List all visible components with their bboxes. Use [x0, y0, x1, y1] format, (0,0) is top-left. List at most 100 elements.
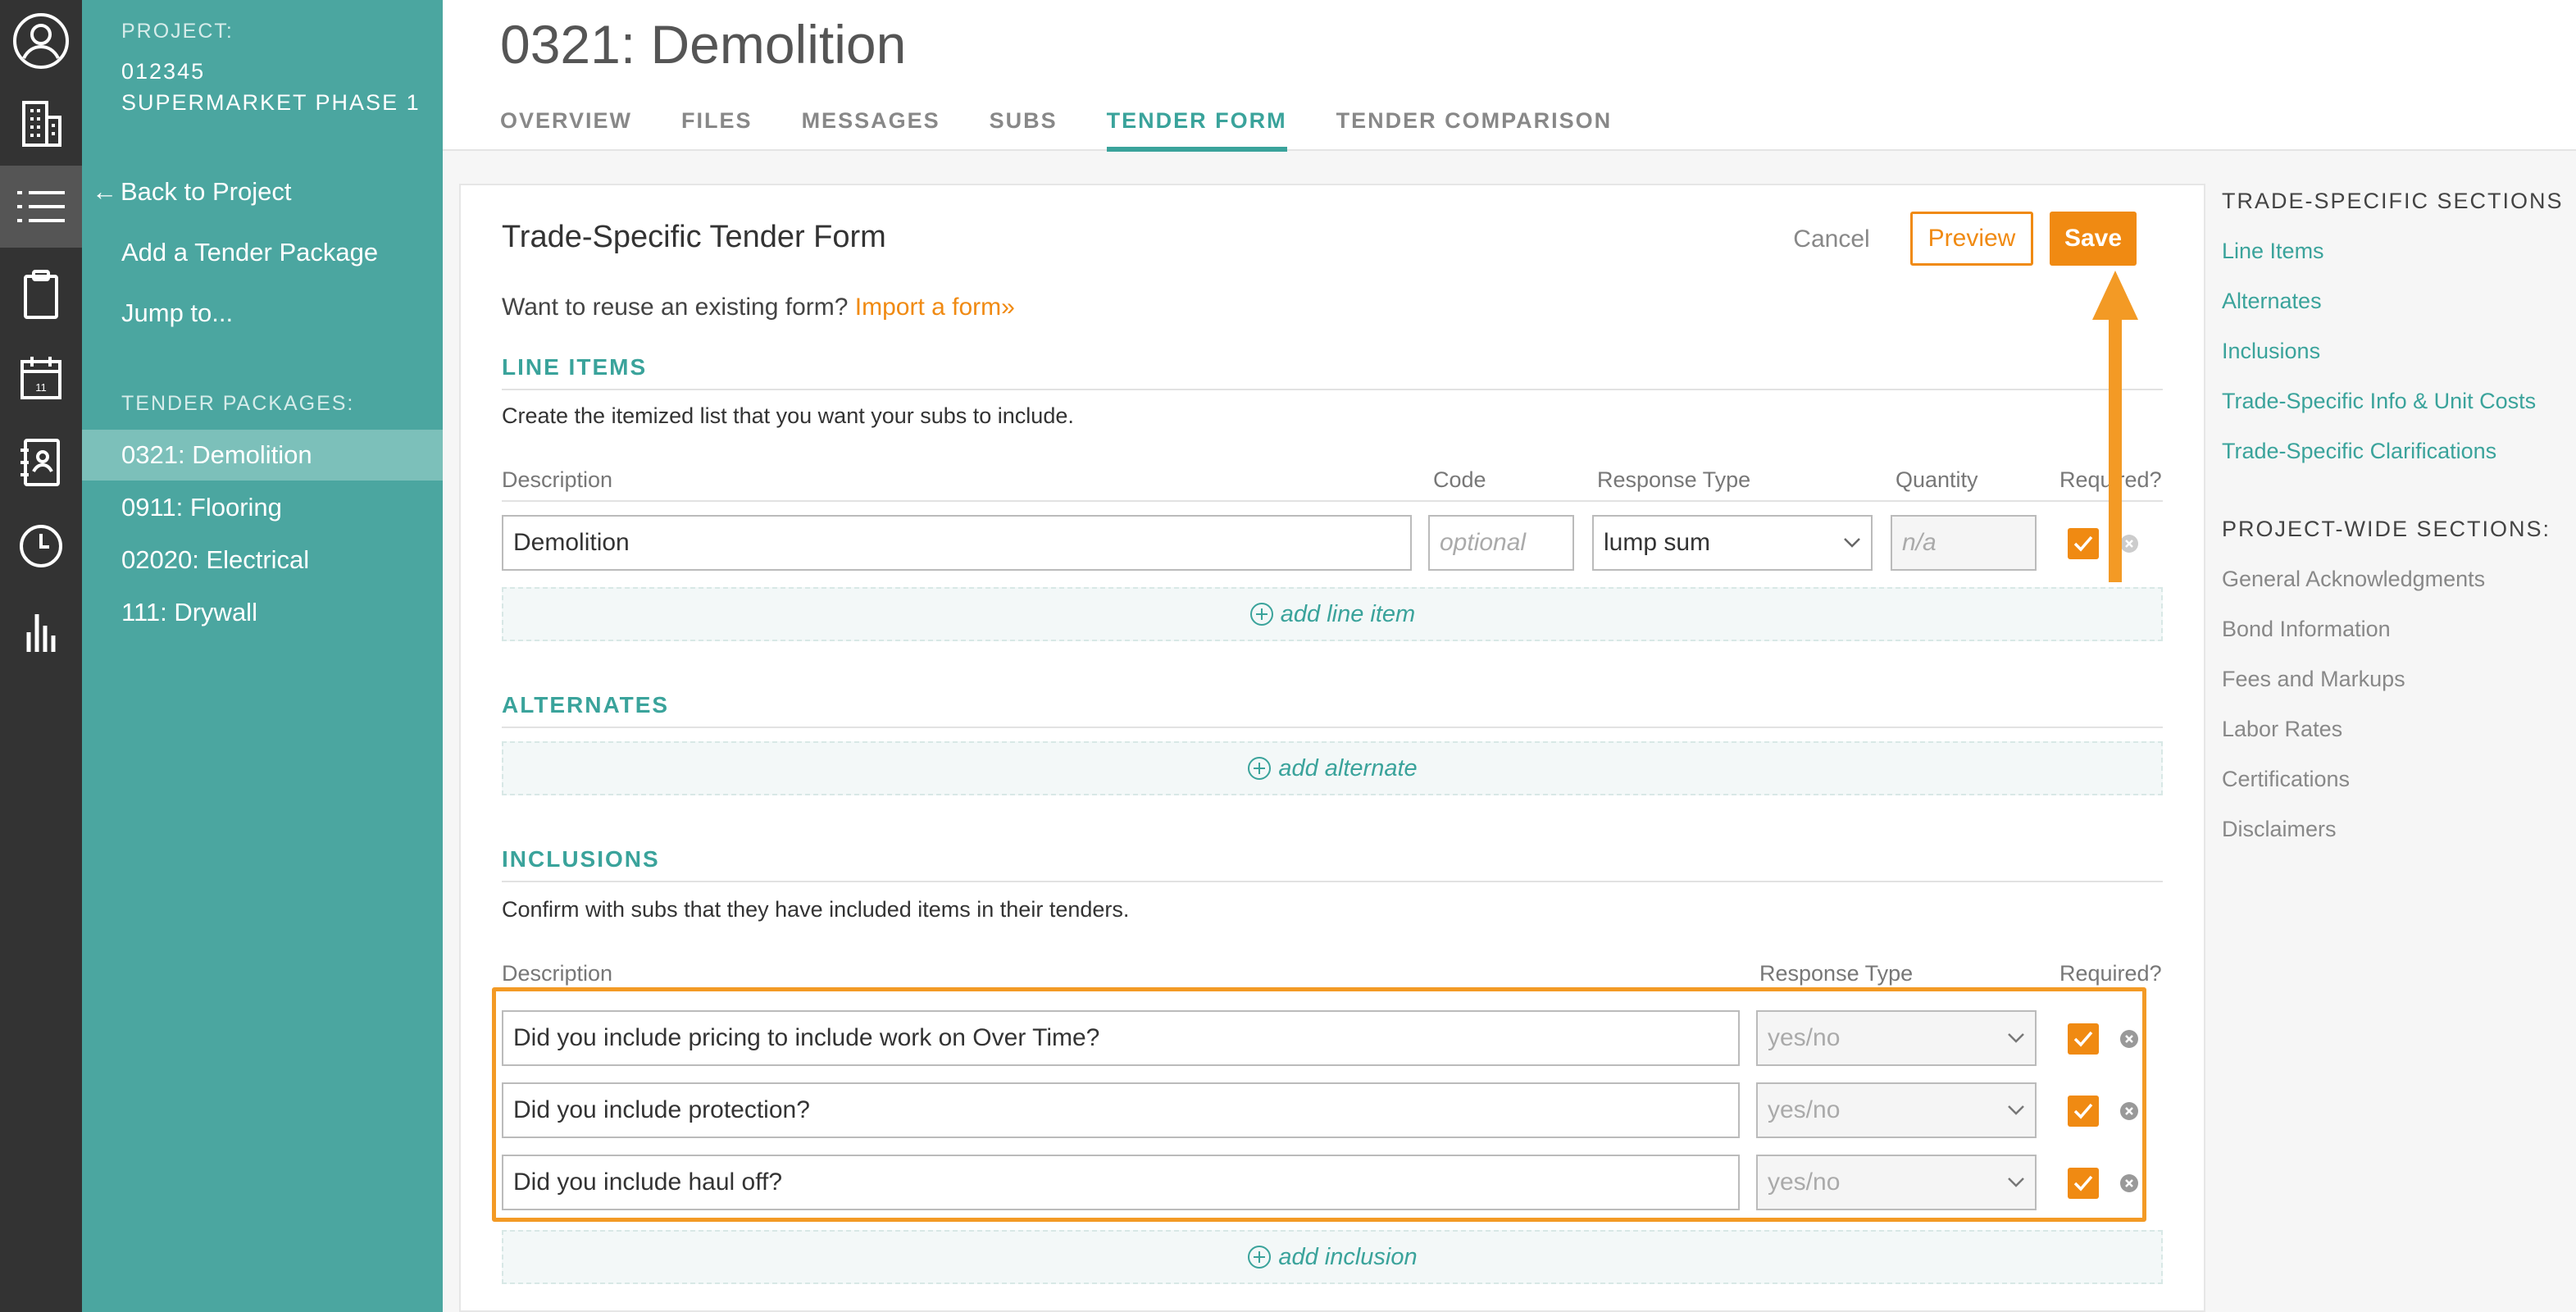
reuse-form-text: Want to reuse an existing form?: [502, 294, 849, 321]
inclusion-row: Did you include pricing to include work …: [502, 1010, 2163, 1068]
inclusion-response-type-select[interactable]: yes/no: [1756, 1155, 2037, 1210]
rail-contacts[interactable]: [0, 421, 82, 503]
toc-link-clarifications[interactable]: Trade-Specific Clarifications: [2222, 439, 2566, 464]
inclusion-description-input[interactable]: Did you include protection?: [502, 1082, 1740, 1138]
toc-link-info-unit-costs[interactable]: Trade-Specific Info & Unit Costs: [2222, 389, 2566, 414]
line-item-description-input[interactable]: Demolition: [502, 515, 1412, 571]
checkmark-icon: [2073, 535, 2093, 552]
section-navigation: TRADE-SPECIFIC SECTIONS Line Items Alter…: [2222, 189, 2566, 842]
chevron-down-icon: [2008, 1033, 2024, 1043]
remove-row-button[interactable]: [2120, 1030, 2138, 1048]
close-icon: [2125, 1035, 2133, 1043]
rail-projects[interactable]: [0, 82, 82, 164]
add-line-item-label: add line item: [1280, 600, 1416, 627]
line-item-response-type-select[interactable]: lump sum: [1592, 515, 1873, 571]
calendar-day-label: 11: [35, 381, 47, 394]
close-icon: [2125, 1107, 2133, 1115]
address-book-icon: [20, 439, 60, 486]
rail-history[interactable]: [0, 505, 82, 587]
required-checkbox[interactable]: [2068, 1023, 2099, 1055]
inclusion-row: Did you include protection? yes/no: [502, 1082, 2163, 1140]
add-line-item-button[interactable]: add line item: [502, 587, 2163, 641]
inclusion-description-input[interactable]: Did you include pricing to include work …: [502, 1010, 1740, 1066]
line-item-quantity-input[interactable]: n/a: [1891, 515, 2037, 571]
inclusion-description-input[interactable]: Did you include haul off?: [502, 1155, 1740, 1210]
project-label: PROJECT:: [121, 20, 234, 43]
calendar-icon: 11: [20, 357, 61, 399]
rail-reports[interactable]: [0, 590, 82, 672]
col-response-type: Response Type: [1597, 467, 1751, 492]
save-button[interactable]: Save: [2050, 212, 2137, 266]
main-area: 0321: Demolition OVERVIEW FILES MESSAGES…: [443, 0, 2576, 1312]
checkmark-icon: [2073, 1175, 2093, 1191]
toc-link-alternates[interactable]: Alternates: [2222, 289, 2566, 314]
col-description: Description: [502, 467, 613, 492]
tab-subs[interactable]: SUBS: [990, 108, 1058, 152]
remove-row-button[interactable]: [2120, 1102, 2138, 1120]
col-response-type: Response Type: [1759, 961, 1914, 986]
toc-link-labor-rates[interactable]: Labor Rates: [2222, 717, 2566, 742]
project-sidebar: PROJECT: 012345 SUPERMARKET PHASE 1 ← Bac…: [82, 0, 443, 1312]
app-window: 11 PROJECT: 012345 SUPERMARKET PHASE 1 ←…: [0, 0, 2576, 1312]
project-wide-sections-heading: PROJECT-WIDE SECTIONS:: [2222, 517, 2551, 541]
back-to-project-link[interactable]: ← Back to Project: [92, 177, 291, 207]
col-required: Required?: [2059, 961, 2162, 986]
rail-profile[interactable]: [0, 0, 82, 82]
tab-files[interactable]: FILES: [681, 108, 753, 152]
tab-tender-comparison[interactable]: TENDER COMPARISON: [1336, 108, 1613, 152]
bar-chart-icon: [26, 614, 56, 652]
chevron-down-icon: [2008, 1178, 2024, 1187]
checkmark-icon: [2073, 1031, 2093, 1047]
line-item-code-input[interactable]: optional: [1428, 515, 1574, 571]
add-tender-package-link[interactable]: Add a Tender Package: [121, 238, 378, 267]
required-checkbox[interactable]: [2068, 1168, 2099, 1199]
toc-link-inclusions[interactable]: Inclusions: [2222, 339, 2566, 364]
tender-package-item[interactable]: 02020: Electrical: [82, 535, 443, 585]
jump-to-link[interactable]: Jump to...: [121, 298, 233, 328]
col-description: Description: [502, 961, 613, 986]
rail-tenders[interactable]: [0, 166, 82, 248]
tab-messages[interactable]: MESSAGES: [802, 108, 940, 152]
clock-icon: [20, 525, 62, 567]
remove-row-button[interactable]: [2120, 1174, 2138, 1192]
tender-package-item[interactable]: 111: Drywall: [82, 587, 443, 638]
tender-form-card: Trade-Specific Tender Form Cancel Previe…: [459, 184, 2205, 1312]
toc-link-bond-information[interactable]: Bond Information: [2222, 617, 2566, 642]
inclusion-response-type-select[interactable]: yes/no: [1756, 1010, 2037, 1066]
annotation-arrow-icon: [2092, 271, 2138, 582]
line-items-description: Create the itemized list that you want y…: [502, 403, 1074, 428]
rail-calendar[interactable]: 11: [0, 338, 82, 420]
toc-link-line-items[interactable]: Line Items: [2222, 239, 2566, 264]
import-form-link[interactable]: Import a form»: [855, 294, 1015, 321]
page-title: 0321: Demolition: [500, 14, 907, 75]
reuse-form-prompt: Want to reuse an existing form? Import a…: [502, 294, 1015, 321]
tender-package-item[interactable]: 0911: Flooring: [82, 482, 443, 533]
response-type-value: yes/no: [1768, 1096, 1841, 1123]
line-item-row: Demolition optional lump sum n/a: [502, 515, 2163, 572]
tab-tender-form[interactable]: TENDER FORM: [1106, 108, 1287, 152]
add-inclusion-button[interactable]: add inclusion: [502, 1230, 2163, 1284]
response-type-value: lump sum: [1604, 529, 1711, 556]
toc-link-general-acknowledgments[interactable]: General Acknowledgments: [2222, 567, 2566, 592]
add-alternate-label: add alternate: [1278, 754, 1418, 781]
inclusions-header-row: Description Response Type Required?: [502, 961, 2163, 995]
add-alternate-button[interactable]: add alternate: [502, 741, 2163, 795]
inclusion-response-type-select[interactable]: yes/no: [1756, 1082, 2037, 1138]
preview-button[interactable]: Preview: [1910, 212, 2033, 266]
toc-link-disclaimers[interactable]: Disclaimers: [2222, 817, 2566, 842]
toc-link-certifications[interactable]: Certifications: [2222, 767, 2566, 792]
plus-circle-icon: [1248, 1246, 1272, 1269]
tab-overview[interactable]: OVERVIEW: [500, 108, 632, 152]
plus-circle-icon: [1248, 757, 1272, 780]
cancel-button[interactable]: Cancel: [1782, 213, 1881, 266]
col-quantity: Quantity: [1896, 467, 1978, 492]
plus-circle-icon: [1249, 603, 1273, 626]
required-checkbox[interactable]: [2068, 1096, 2099, 1127]
tender-package-item[interactable]: 0321: Demolition: [82, 430, 443, 481]
toc-link-fees-markups[interactable]: Fees and Markups: [2222, 667, 2566, 692]
chevron-down-icon: [2008, 1105, 2024, 1115]
tender-packages-label: TENDER PACKAGES:: [121, 392, 355, 415]
back-to-project-label: Back to Project: [121, 177, 292, 206]
alternates-heading: ALTERNATES: [502, 692, 2163, 728]
rail-documents[interactable]: [0, 254, 82, 336]
